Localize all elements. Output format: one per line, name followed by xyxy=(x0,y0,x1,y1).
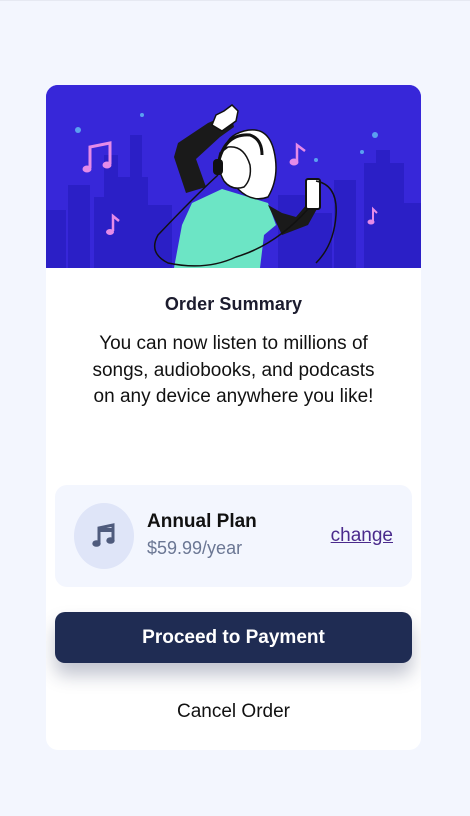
plan-name: Annual Plan xyxy=(147,511,257,532)
order-summary-title: Order Summary xyxy=(164,294,303,314)
plan-price: $59.99/year xyxy=(147,538,243,558)
plan-box: Annual Plan $59.99/year change xyxy=(55,485,412,587)
order-summary-description: You can now listen to millions of songs,… xyxy=(92,333,375,407)
hero-illustration xyxy=(46,85,421,268)
change-plan-link[interactable]: change xyxy=(331,525,393,547)
order-summary-card: Order Summary You can now listen to mill… xyxy=(46,85,421,750)
cancel-order-button[interactable]: Cancel Order xyxy=(46,701,421,723)
proceed-to-payment-button[interactable]: Proceed to Payment xyxy=(55,612,412,663)
music-note-icon xyxy=(74,503,134,569)
person-dancing-with-headphones-illustration xyxy=(46,85,421,268)
page-top-border xyxy=(0,0,470,1)
